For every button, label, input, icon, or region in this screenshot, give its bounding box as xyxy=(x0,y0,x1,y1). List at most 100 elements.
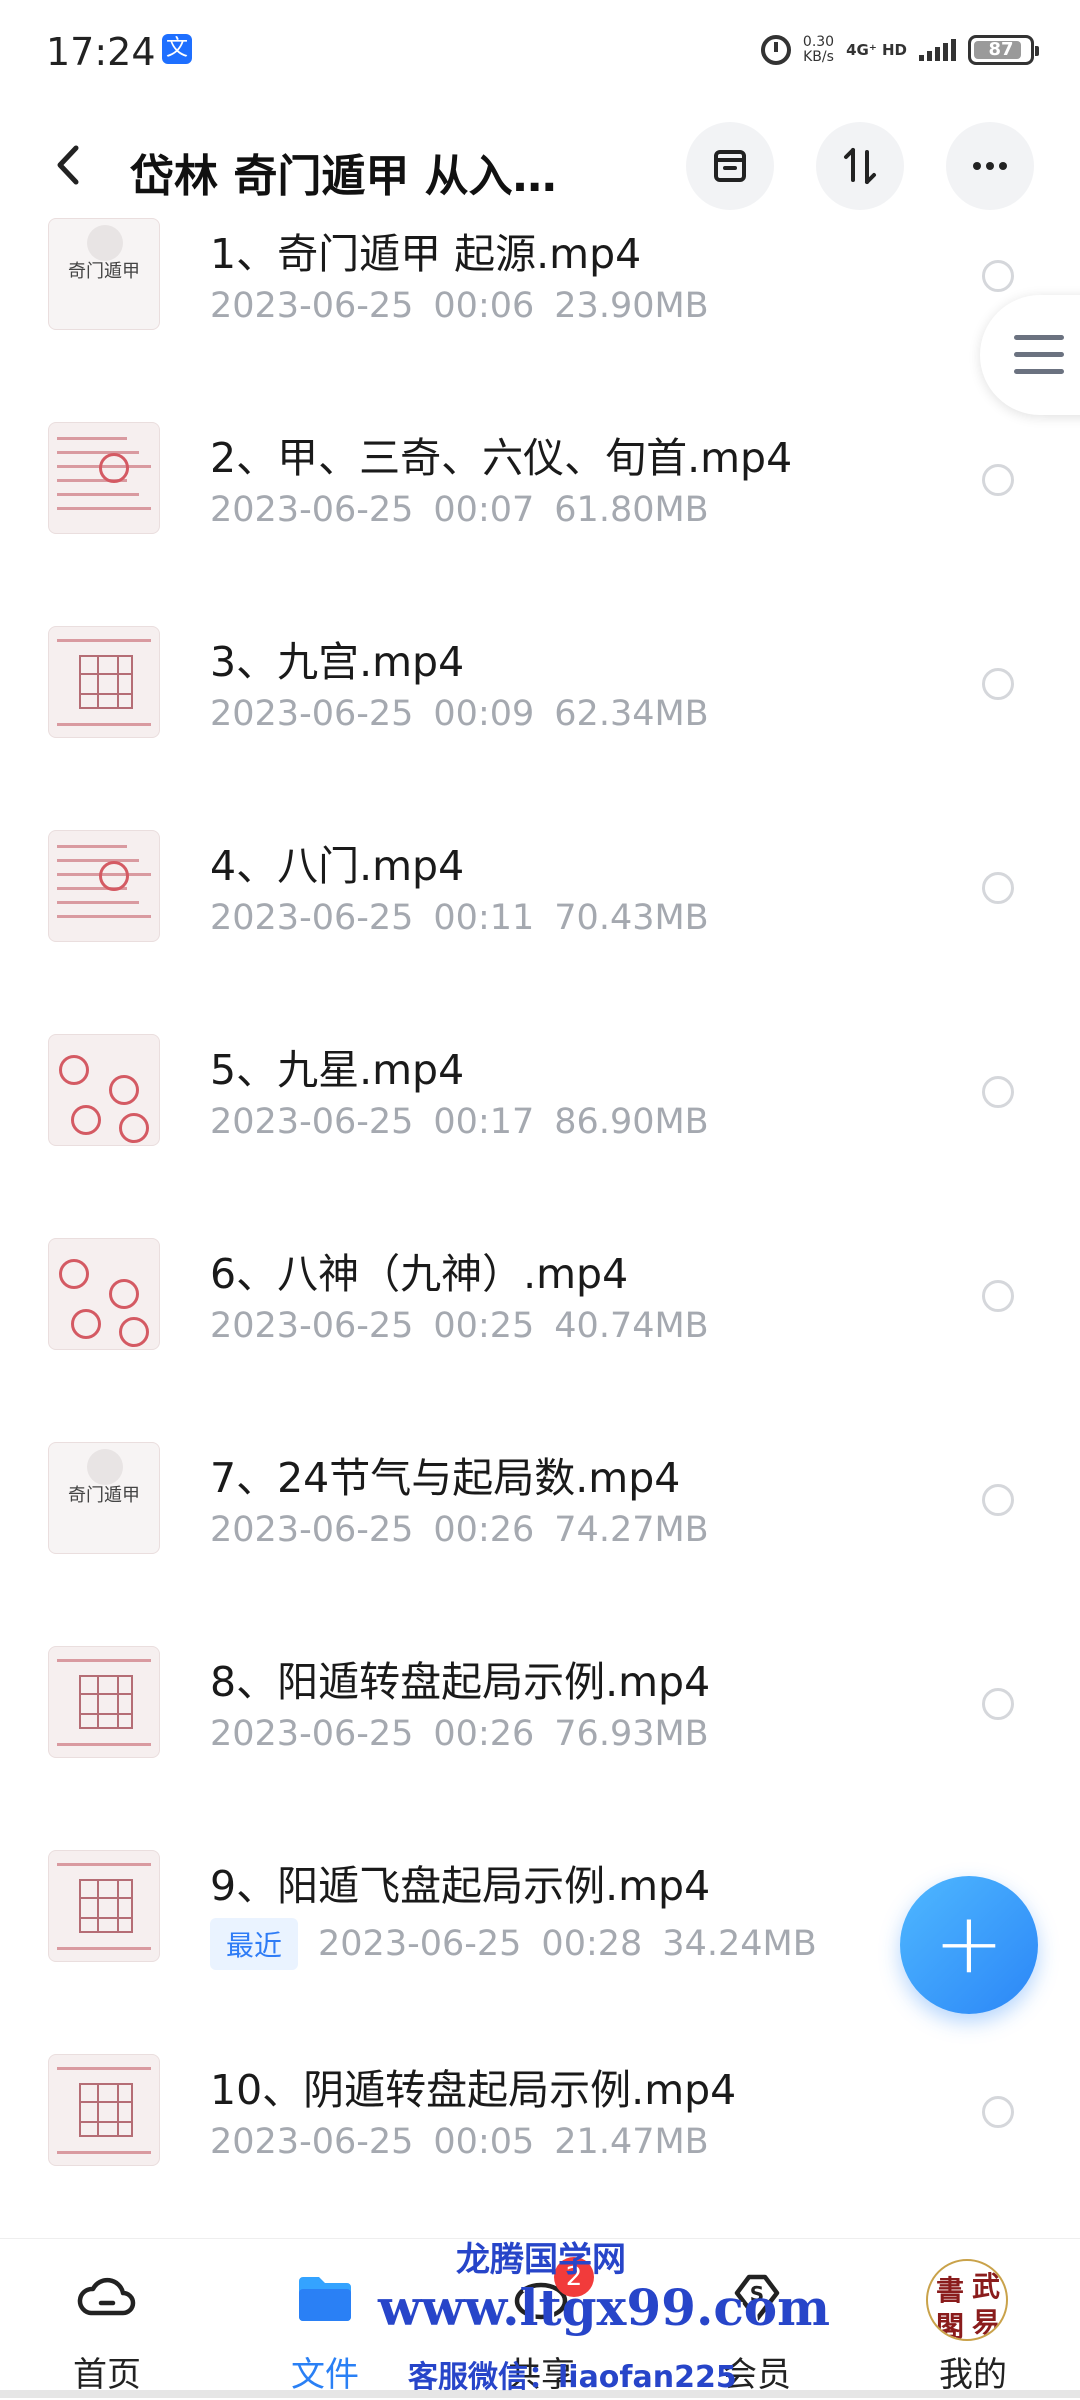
file-duration: 00:26 xyxy=(433,1510,535,1550)
file-name: 2、甲、三奇、六仪、旬首.mp4 xyxy=(210,434,793,482)
file-name: 8、阳遁转盘起局示例.mp4 xyxy=(210,1658,711,1706)
status-time: 17:24 xyxy=(46,30,156,74)
thumbnail-cover-title: 奇门遁甲 xyxy=(68,1485,140,1506)
file-name: 1、奇门遁甲 起源.mp4 xyxy=(210,230,642,278)
video-thumbnail xyxy=(48,1034,160,1146)
file-row[interactable]: 2、甲、三奇、六仪、旬首.mp4 2023-06-25 00:07 61.80MB xyxy=(0,394,1080,598)
back-arrow-icon xyxy=(57,145,79,185)
video-thumbnail: 奇门遁甲 xyxy=(48,1442,160,1554)
avatar-char-1: 書 xyxy=(936,2274,965,2307)
video-thumbnail: 奇门遁甲 xyxy=(48,218,160,330)
more-icon xyxy=(973,162,1007,170)
file-meta: 2023-06-25 00:09 62.34MB xyxy=(210,694,709,734)
network-type: 4G⁺ HD xyxy=(846,40,907,59)
select-radio[interactable] xyxy=(982,1484,1014,1516)
file-size: 76.93MB xyxy=(554,1714,709,1754)
video-thumbnail xyxy=(48,1646,160,1758)
archive-box-icon xyxy=(714,150,746,182)
watermark-contact: 客服微信：liaofan225 xyxy=(408,2360,737,2395)
nav-home-label: 首页 xyxy=(73,2355,141,2395)
file-name: 6、八神（九神）.mp4 xyxy=(210,1250,629,1298)
nav-me[interactable]: 書 武 閣 易 我的 xyxy=(898,2239,1048,2400)
file-date: 2023-06-25 xyxy=(210,286,414,326)
select-radio[interactable] xyxy=(982,260,1014,292)
video-thumbnail xyxy=(48,1850,160,1962)
file-name: 5、九星.mp4 xyxy=(210,1046,465,1094)
alarm-icon xyxy=(760,35,791,65)
file-date: 2023-06-25 xyxy=(210,1510,414,1550)
file-date: 2023-06-25 xyxy=(210,1306,414,1346)
file-name: 10、阴遁转盘起局示例.mp4 xyxy=(210,2066,737,2114)
file-size: 23.90MB xyxy=(554,286,709,326)
file-name: 7、24节气与起局数.mp4 xyxy=(210,1454,681,1502)
file-date: 2023-06-25 xyxy=(210,694,414,734)
notification-app-icon: 文 xyxy=(162,34,192,64)
select-radio[interactable] xyxy=(982,1076,1014,1108)
file-size: 61.80MB xyxy=(554,490,709,530)
file-date: 2023-06-25 xyxy=(210,898,414,938)
file-meta: 2023-06-25 00:26 76.93MB xyxy=(210,1714,709,1754)
file-duration: 00:05 xyxy=(433,2122,535,2162)
select-radio[interactable] xyxy=(982,872,1014,904)
file-name: 9、阳遁飞盘起局示例.mp4 xyxy=(210,1862,711,1910)
file-row[interactable]: 奇门遁甲 1、奇门遁甲 起源.mp4 2023-06-25 00:06 23.90MB xyxy=(0,190,1080,394)
file-date: 2023-06-25 xyxy=(210,490,414,530)
select-radio[interactable] xyxy=(982,1280,1014,1312)
file-row[interactable]: 奇门遁甲 7、24节气与起局数.mp4 2023-06-25 00:26 74.27MB xyxy=(0,1414,1080,1618)
file-size: 70.43MB xyxy=(554,898,709,938)
file-size: 62.34MB xyxy=(554,694,709,734)
avatar-char-3: 閣 xyxy=(936,2310,965,2341)
battery-icon: 87 xyxy=(968,35,1039,65)
watermark-site-name: 龙腾国学网 xyxy=(456,2240,626,2280)
recent-badge: 最近 xyxy=(210,1918,299,1970)
file-row[interactable]: 4、八门.mp4 2023-06-25 00:11 70.43MB xyxy=(0,802,1080,1006)
file-size: 40.74MB xyxy=(554,1306,709,1346)
file-date: 2023-06-25 xyxy=(210,1102,414,1142)
file-date: 2023-06-25 xyxy=(210,1714,414,1754)
file-duration: 00:17 xyxy=(433,1102,535,1142)
sort-icon xyxy=(844,148,876,184)
file-row[interactable]: 5、九星.mp4 2023-06-25 00:17 86.90MB xyxy=(0,1006,1080,1210)
file-row[interactable]: 6、八神（九神）.mp4 2023-06-25 00:25 40.74MB xyxy=(0,1210,1080,1414)
video-thumbnail xyxy=(48,626,160,738)
select-radio[interactable] xyxy=(982,668,1014,700)
file-row[interactable]: 10、阴遁转盘起局示例.mp4 2023-06-25 00:05 21.47MB xyxy=(0,2026,1080,2230)
file-duration: 00:07 xyxy=(433,490,535,530)
file-size: 74.27MB xyxy=(554,1510,709,1550)
battery-level: 87 xyxy=(988,39,1014,60)
avatar: 書 武 閣 易 xyxy=(926,2259,1008,2341)
select-radio[interactable] xyxy=(982,1688,1014,1720)
select-radio[interactable] xyxy=(982,2096,1014,2128)
file-row[interactable]: 3、九宫.mp4 2023-06-25 00:09 62.34MB xyxy=(0,598,1080,802)
file-meta: 最近 2023-06-25 00:28 34.24MB xyxy=(210,1918,817,1970)
video-thumbnail xyxy=(48,422,160,534)
select-radio[interactable] xyxy=(982,464,1014,496)
add-button[interactable]: + xyxy=(900,1876,1038,2014)
file-duration: 00:09 xyxy=(433,694,535,734)
file-size: 21.47MB xyxy=(554,2122,709,2162)
file-duration: 00:28 xyxy=(541,1924,643,1964)
file-meta: 2023-06-25 00:07 61.80MB xyxy=(210,490,709,530)
file-name: 4、八门.mp4 xyxy=(210,842,465,890)
status-bar: 17:24 文 0.30 KB/s 4G⁺ HD 87 xyxy=(0,0,1080,105)
file-date: 2023-06-25 xyxy=(318,1924,522,1964)
network-speed-value: 0.30 xyxy=(802,34,835,50)
file-size: 34.24MB xyxy=(662,1924,817,1964)
file-meta: 2023-06-25 00:05 21.47MB xyxy=(210,2122,709,2162)
thumbnail-cover-title: 奇门遁甲 xyxy=(68,261,140,282)
video-thumbnail xyxy=(48,2054,160,2166)
file-date: 2023-06-25 xyxy=(210,2122,414,2162)
network-speed-unit: KB/s xyxy=(803,49,834,65)
video-thumbnail xyxy=(48,1238,160,1350)
file-meta: 2023-06-25 00:25 40.74MB xyxy=(210,1306,709,1346)
status-indicators: 0.30 KB/s 4G⁺ HD 87 xyxy=(760,30,1039,70)
file-duration: 00:06 xyxy=(433,286,535,326)
file-duration: 00:26 xyxy=(433,1714,535,1754)
file-row[interactable]: 8、阳遁转盘起局示例.mp4 2023-06-25 00:26 76.93MB xyxy=(0,1618,1080,1822)
file-duration: 00:11 xyxy=(433,898,535,938)
back-button[interactable] xyxy=(44,138,98,192)
file-meta: 2023-06-25 00:26 74.27MB xyxy=(210,1510,709,1550)
nav-home[interactable]: 首页 xyxy=(32,2239,182,2400)
file-name: 3、九宫.mp4 xyxy=(210,638,465,686)
nav-me-label: 我的 xyxy=(939,2355,1007,2395)
